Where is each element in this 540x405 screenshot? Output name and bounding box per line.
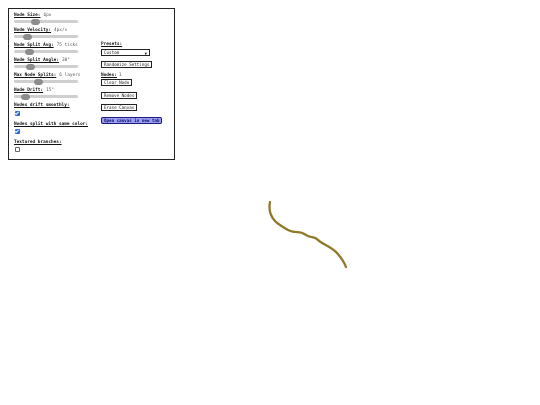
drawing-canvas[interactable]	[0, 0, 540, 405]
branch-stroke	[268, 200, 348, 269]
